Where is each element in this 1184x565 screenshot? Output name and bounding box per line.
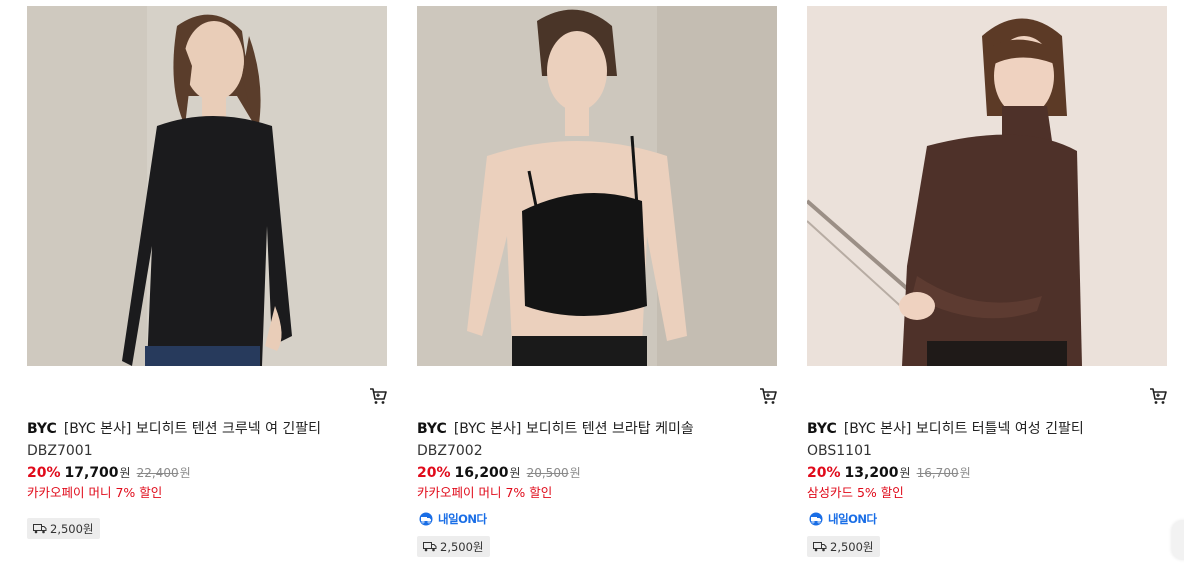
product-info: BYC [BYC 본사] 보디히트 텐션 크루넥 여 긴팔티 DBZ7001 20… xyxy=(27,419,387,539)
product-name[interactable]: [BYC 본사] 보디히트 텐션 브라탑 케미솔 xyxy=(454,421,694,437)
discount-rate: 20% xyxy=(807,465,841,481)
product-image[interactable] xyxy=(27,6,387,366)
original-price-unit: 원 xyxy=(179,466,191,480)
price-row: 20% 16,200원 20,500원 xyxy=(417,463,777,483)
product-name[interactable]: [BYC 본사] 보디히트 텐션 크루넥 여 긴팔티 xyxy=(64,421,321,437)
cart-icon[interactable] xyxy=(1149,387,1167,405)
product-card[interactable]: BYC [BYC 본사] 보디히트 터틀넥 여성 긴팔티 OBS1101 20% 1… xyxy=(807,6,1167,557)
truck-icon xyxy=(33,524,47,534)
shipping-fee: 2,500원 xyxy=(440,539,484,554)
product-card[interactable]: BYC [BYC 본사] 보디히트 텐션 브라탑 케미솔 DBZ7002 20% 1… xyxy=(417,6,777,557)
rocket-truck-icon xyxy=(809,512,823,526)
truck-icon xyxy=(813,542,827,552)
price-row: 20% 13,200원 16,700원 xyxy=(807,463,1167,483)
product-code: DBZ7001 xyxy=(27,443,93,459)
rocket-truck-icon xyxy=(419,512,433,526)
cart-icon[interactable] xyxy=(759,387,777,405)
shipping-badge: 2,500원 xyxy=(27,518,100,539)
discount-rate: 20% xyxy=(417,465,451,481)
sale-price: 17,700 xyxy=(64,465,119,481)
brand-name: BYC xyxy=(27,421,57,437)
price-unit: 원 xyxy=(899,466,911,480)
shipping-badge: 2,500원 xyxy=(417,536,490,557)
shipping-fee: 2,500원 xyxy=(830,539,874,554)
product-title[interactable]: BYC [BYC 본사] 보디히트 터틀넥 여성 긴팔티 xyxy=(807,419,1167,439)
product-code: DBZ7002 xyxy=(417,443,483,459)
original-price: 16,700 xyxy=(916,466,959,480)
sale-price: 16,200 xyxy=(454,465,509,481)
product-info: BYC [BYC 본사] 보디히트 텐션 브라탑 케미솔 DBZ7002 20% 1… xyxy=(417,419,777,557)
product-grid: BYC [BYC 본사] 보디히트 텐션 크루넥 여 긴팔티 DBZ7001 20… xyxy=(27,6,1167,557)
brand-name: BYC xyxy=(417,421,447,437)
original-price: 20,500 xyxy=(526,466,569,480)
original-price-unit: 원 xyxy=(959,466,971,480)
promo-text: 카카오페이 머니 7% 할인 xyxy=(417,485,553,500)
price-unit: 원 xyxy=(509,466,521,480)
promo-text: 삼성카드 5% 할인 xyxy=(807,485,904,500)
shipping-badge: 2,500원 xyxy=(807,536,880,557)
product-photo-illustration xyxy=(417,6,777,366)
original-price-unit: 원 xyxy=(569,466,581,480)
next-day-label: 내일ON다 xyxy=(828,512,877,526)
promo-text: 카카오페이 머니 7% 할인 xyxy=(27,485,163,500)
floating-scroll-button[interactable] xyxy=(1172,520,1184,560)
product-image[interactable] xyxy=(807,6,1167,366)
product-title[interactable]: BYC [BYC 본사] 보디히트 텐션 크루넥 여 긴팔티 xyxy=(27,419,387,439)
sale-price: 13,200 xyxy=(844,465,899,481)
cart-icon[interactable] xyxy=(369,387,387,405)
shipping-fee: 2,500원 xyxy=(50,521,94,536)
product-photo-illustration xyxy=(807,6,1167,366)
price-unit: 원 xyxy=(119,466,131,480)
original-price: 22,400 xyxy=(136,466,179,480)
product-name[interactable]: [BYC 본사] 보디히트 터틀넥 여성 긴팔티 xyxy=(844,421,1084,437)
product-info: BYC [BYC 본사] 보디히트 터틀넥 여성 긴팔티 OBS1101 20% 1… xyxy=(807,419,1167,557)
product-card[interactable]: BYC [BYC 본사] 보디히트 텐션 크루넥 여 긴팔티 DBZ7001 20… xyxy=(27,6,387,539)
product-title[interactable]: BYC [BYC 본사] 보디히트 텐션 브라탑 케미솔 xyxy=(417,419,777,439)
product-photo-illustration xyxy=(27,6,387,366)
next-day-badge: 내일ON다 xyxy=(807,511,1167,527)
product-image[interactable] xyxy=(417,6,777,366)
brand-name: BYC xyxy=(807,421,837,437)
next-day-badge: 내일ON다 xyxy=(417,511,777,527)
next-day-label: 내일ON다 xyxy=(438,512,487,526)
product-code: OBS1101 xyxy=(807,443,872,459)
discount-rate: 20% xyxy=(27,465,61,481)
truck-icon xyxy=(423,542,437,552)
price-row: 20% 17,700원 22,400원 xyxy=(27,463,387,483)
